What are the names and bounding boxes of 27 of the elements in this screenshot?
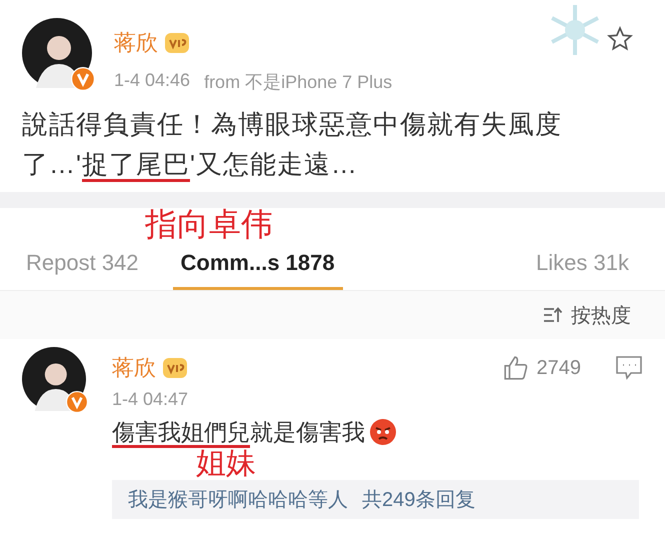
commenter-name[interactable]: 蒋欣 (112, 353, 156, 383)
tab[interactable]: Repost 342 (22, 244, 143, 290)
reply-names[interactable]: 我是猴哥呀啊哈哈哈等人 (128, 486, 348, 513)
annotation-text: 指向卓伟 (145, 205, 273, 244)
comment-icon[interactable] (615, 355, 643, 381)
tab[interactable]: Likes 31k (532, 244, 633, 290)
sort-label[interactable]: 按热度 (571, 302, 631, 328)
comment-text: 傷害我姐們兒就是傷害我 (112, 416, 365, 448)
avatar[interactable] (22, 18, 92, 88)
verified-badge-icon (71, 67, 95, 91)
annotation-text: 姐妹 (196, 448, 256, 480)
avatar[interactable] (22, 347, 86, 411)
author-name[interactable]: 蒋欣 (114, 28, 158, 58)
reply-count[interactable]: 共249条回复 (362, 486, 476, 513)
sort-icon[interactable] (543, 306, 563, 324)
comment-time: 1-4 04:47 (112, 389, 188, 410)
like-count: 2749 (536, 356, 581, 380)
angry-face-icon (369, 418, 397, 446)
vip-badge-icon (162, 357, 188, 379)
post-source: from 不是iPhone 7 Plus (204, 71, 392, 94)
reply-summary[interactable]: 我是猴哥呀啊哈哈哈等人 共249条回复 (112, 480, 639, 519)
vip-badge-icon (164, 32, 190, 54)
post-text: 說話得負責任！為博眼球惡意中傷就有失風度了…'捉了尾巴'又怎能走遠… (22, 104, 622, 184)
post-time: 1-4 04:46 (114, 70, 190, 92)
thumbs-up-icon[interactable] (502, 355, 528, 381)
verified-badge-icon (66, 391, 88, 413)
star-icon[interactable] (607, 26, 633, 52)
